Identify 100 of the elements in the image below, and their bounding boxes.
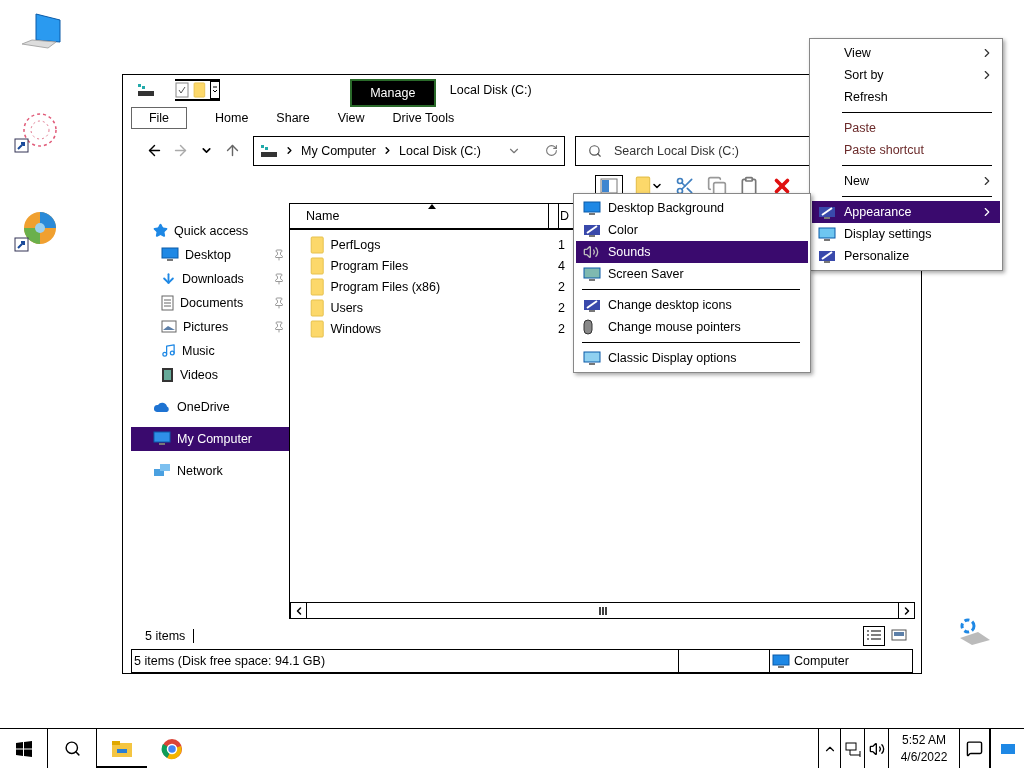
- nav-item[interactable]: Music: [131, 338, 289, 363]
- network-icon: [844, 740, 861, 757]
- file-row[interactable]: Program Files: [290, 257, 548, 276]
- window-title: Local Disk (C:): [449, 83, 532, 97]
- ribbon-tab[interactable]: View: [323, 108, 379, 128]
- properties-icon[interactable]: [175, 82, 189, 98]
- monitor-icon: [583, 200, 601, 216]
- table-cell: 4: [558, 259, 565, 274]
- folder-icon: [310, 257, 325, 276]
- computer-icon: [153, 431, 171, 447]
- browser-icon: [161, 737, 183, 760]
- menu-item[interactable]: Sounds: [576, 241, 808, 263]
- file-row[interactable]: Program Files (x86): [290, 278, 548, 297]
- windows-logo-icon: [15, 740, 32, 757]
- document-icon: [161, 294, 174, 311]
- ribbon-tab[interactable]: Share: [262, 108, 324, 128]
- horizontal-scrollbar[interactable]: [290, 602, 915, 620]
- file-row[interactable]: PerfLogs: [290, 236, 548, 255]
- nav-item[interactable]: My Computer: [131, 426, 289, 451]
- status-text: 5 items (Disk free space: 94.1 GB): [134, 654, 326, 669]
- cloud-icon: [153, 400, 171, 413]
- drive-icon: [260, 143, 278, 158]
- volume-icon: [868, 740, 885, 757]
- nav-item[interactable]: Documents: [131, 290, 289, 315]
- table-cell: 2: [558, 322, 565, 337]
- desktop-icon: [999, 741, 1016, 756]
- film-icon: [161, 366, 174, 383]
- search-icon: [63, 740, 81, 757]
- table-cell: 2: [558, 301, 565, 316]
- menu-item[interactable]: Personalize: [812, 245, 1000, 267]
- copy-icon[interactable]: [707, 175, 727, 196]
- chevron-right-icon: [284, 145, 295, 157]
- menu-item[interactable]: Display settings: [812, 223, 1000, 245]
- menu-item[interactable]: Desktop Background: [576, 197, 808, 219]
- cut-icon[interactable]: [675, 175, 695, 196]
- music-note-icon: [161, 343, 176, 359]
- menu-item[interactable]: New: [812, 170, 1000, 192]
- column-header[interactable]: D: [559, 203, 570, 228]
- network-tray-button[interactable]: [840, 729, 864, 768]
- table-cell: 2: [558, 280, 565, 295]
- clock[interactable]: 5:52 AM 4/6/2022: [888, 729, 960, 768]
- speaker-icon: [583, 244, 599, 260]
- large-icons-view-icon[interactable]: [891, 628, 907, 643]
- monitor-icon: [818, 226, 836, 242]
- mouse-icon: [583, 319, 593, 335]
- nav-item[interactable]: Desktop: [131, 242, 289, 267]
- address-bar[interactable]: My Computer Local Disk (C:): [253, 135, 565, 166]
- table-cell: 1: [558, 238, 565, 253]
- ribbon-tab[interactable]: File: [131, 107, 187, 129]
- menu-item[interactable]: Sort by: [812, 64, 1000, 86]
- folder-icon: [193, 82, 206, 98]
- menu-item[interactable]: Color: [576, 219, 808, 241]
- notifications-icon: [966, 740, 983, 757]
- paint-monitor-icon: [818, 204, 836, 220]
- folder-icon: [310, 299, 325, 318]
- clock-time: 5:52 AM: [902, 733, 946, 747]
- refresh-icon[interactable]: [545, 144, 558, 158]
- paint-monitor-icon: [818, 248, 836, 264]
- menu-item[interactable]: Appearance: [812, 201, 1000, 223]
- ribbon-tab[interactable]: Drive Tools: [378, 108, 469, 128]
- file-row[interactable]: Users: [290, 299, 548, 318]
- context-tab[interactable]: Manage: [349, 79, 436, 107]
- nav-item[interactable]: Downloads: [131, 266, 289, 291]
- nav-item[interactable]: Network: [131, 458, 289, 483]
- ribbon-tab[interactable]: Home: [201, 108, 263, 128]
- folder-icon: [310, 236, 325, 255]
- folder-icon: [635, 175, 651, 196]
- star-icon: [153, 223, 168, 239]
- status-location: Computer: [794, 654, 849, 669]
- breadcrumb[interactable]: Local Disk (C:): [399, 143, 481, 158]
- nav-item[interactable]: Quick access: [131, 218, 289, 243]
- item-count: 5 items: [145, 629, 195, 644]
- menu-item[interactable]: Change mouse pointers: [576, 316, 808, 338]
- search-icon: [588, 143, 602, 158]
- folder-icon: [310, 320, 325, 339]
- folder-icon: [310, 278, 325, 297]
- image-icon: [161, 320, 177, 334]
- menu-item[interactable]: Refresh: [812, 86, 1000, 108]
- download-icon: [161, 271, 176, 287]
- nav-item[interactable]: OneDrive: [131, 394, 289, 419]
- file-row[interactable]: Windows: [290, 320, 548, 339]
- preview-pane-icon[interactable]: [600, 177, 618, 194]
- menu-item[interactable]: Classic Display options: [576, 347, 808, 369]
- clock-date: 4/6/2022: [900, 750, 948, 764]
- nav-item[interactable]: Videos: [131, 362, 289, 387]
- grip-icon: [598, 606, 607, 615]
- paint-monitor-icon: [583, 222, 601, 238]
- menu-item[interactable]: View: [812, 42, 1000, 64]
- dropdown-icon[interactable]: [209, 81, 220, 99]
- folder-icon: [111, 739, 133, 758]
- drive-icon: [137, 83, 155, 97]
- monitor-icon: [161, 247, 179, 263]
- menu-item[interactable]: Screen Saver: [576, 263, 808, 285]
- breadcrumb[interactable]: My Computer: [301, 143, 377, 158]
- monitor-icon: [583, 350, 601, 366]
- menu-item[interactable]: Change desktop icons: [576, 294, 808, 316]
- nav-item[interactable]: Pictures: [131, 314, 289, 339]
- paint-monitor-icon: [583, 297, 601, 313]
- network-icon: [153, 462, 171, 479]
- screen-saver-icon: [583, 266, 601, 282]
